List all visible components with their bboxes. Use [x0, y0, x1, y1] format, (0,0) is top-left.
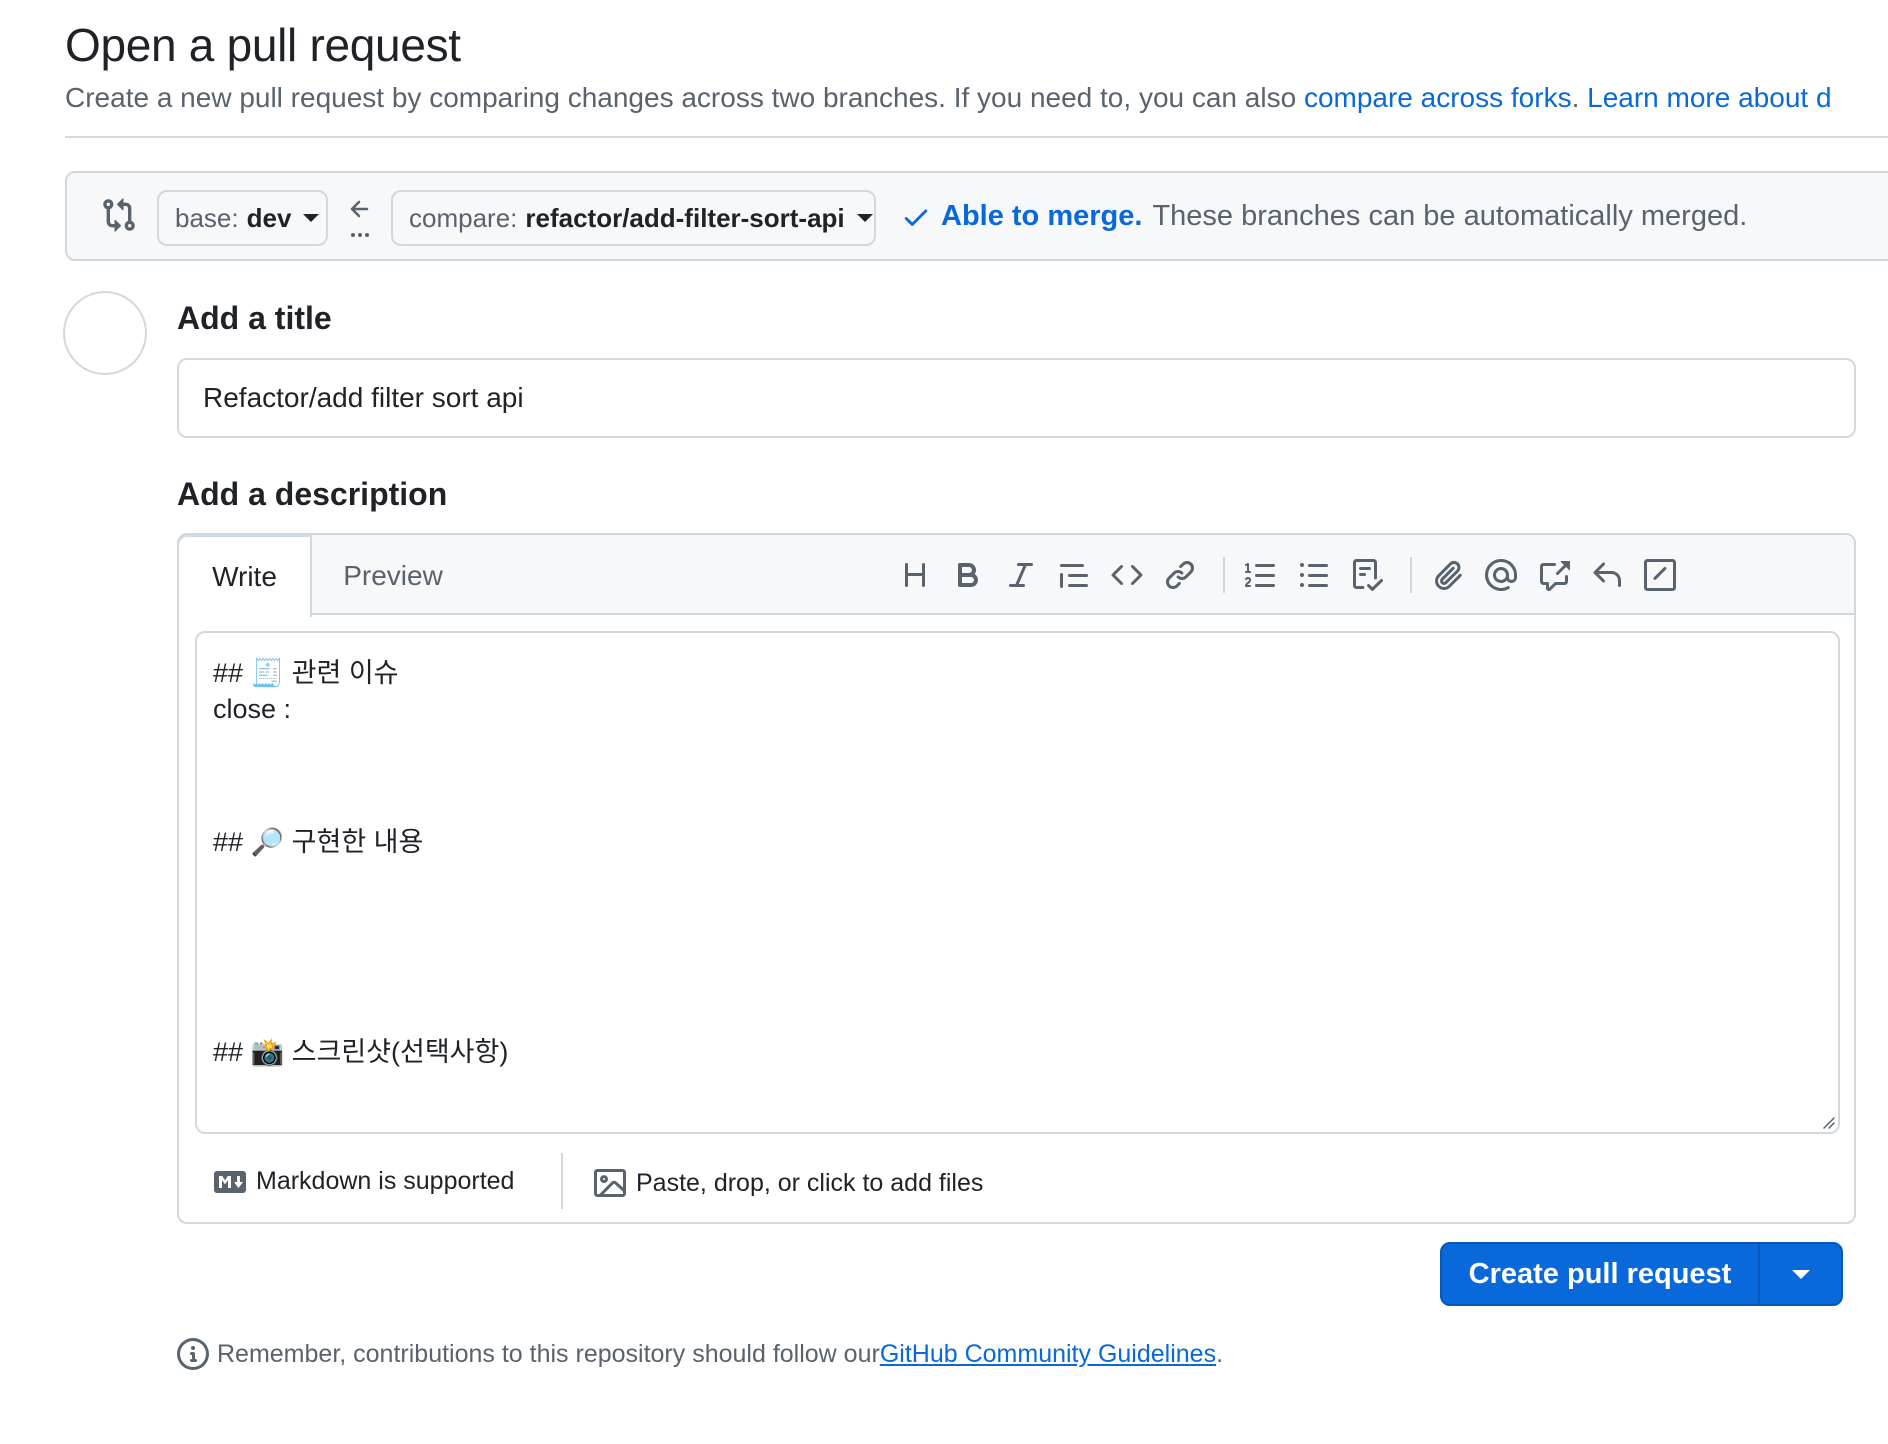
textarea-line: ## 🧾 관련 이슈	[213, 658, 399, 688]
title-input[interactable]: Refactor/add filter sort api	[177, 358, 1856, 438]
bold-icon[interactable]	[946, 553, 990, 597]
page-title: Open a pull request	[65, 19, 461, 71]
base-branch-select[interactable]: base: dev	[157, 190, 328, 246]
tab-write[interactable]: Write	[177, 535, 312, 617]
unordered-list-icon[interactable]	[1292, 553, 1336, 597]
title-input-value: Refactor/add filter sort api	[203, 382, 524, 413]
markdown-icon	[214, 1170, 246, 1193]
compare-branch-value: refactor/add-filter-sort-api	[525, 202, 845, 233]
textarea-line: ## 🔎 구현한 내용	[213, 827, 424, 857]
merge-status-ok: Able to merge.	[941, 200, 1143, 232]
toolbar-divider	[1223, 557, 1225, 593]
link-icon[interactable]	[1158, 553, 1202, 597]
learn-more-link[interactable]: Learn more about d	[1587, 82, 1831, 113]
notice-end: .	[1216, 1339, 1224, 1368]
check-icon	[904, 209, 928, 226]
create-options-dropdown[interactable]	[1760, 1244, 1841, 1304]
compare-prefix: compare:	[409, 202, 518, 233]
markdown-supported-link[interactable]: Markdown is supported	[214, 1167, 514, 1196]
toolbar-divider	[1410, 557, 1412, 593]
create-pull-request-button[interactable]: Create pull request	[1442, 1244, 1760, 1304]
chevron-down-icon	[303, 214, 320, 222]
slash-command-icon[interactable]	[1638, 553, 1682, 597]
description-label: Add a description	[177, 476, 448, 512]
base-branch-value: dev	[246, 202, 292, 233]
saved-reply-icon[interactable]	[1585, 553, 1629, 597]
notice-text: Remember, contributions to this reposito…	[217, 1339, 880, 1368]
editor-header: Write Preview	[177, 535, 1854, 617]
header-divider	[65, 136, 1888, 138]
contribution-notice: Remember, contributions to this reposito…	[177, 1338, 1223, 1370]
footer-divider	[561, 1153, 563, 1209]
merge-status-text: These branches can be automatically merg…	[1152, 200, 1748, 232]
editor-footer: Markdown is supported Paste, drop, or cl…	[179, 1145, 1854, 1223]
code-icon[interactable]	[1105, 553, 1149, 597]
resize-handle-icon[interactable]	[1820, 1114, 1836, 1130]
community-guidelines-link[interactable]: GitHub Community Guidelines	[880, 1340, 1216, 1369]
subtitle-separator: .	[1571, 82, 1588, 113]
textarea-line: close :	[213, 694, 292, 724]
git-compare-icon	[103, 198, 135, 232]
title-label: Add a title	[177, 300, 332, 336]
subtitle-text: Create a new pull request by comparing c…	[65, 82, 1304, 113]
page-subtitle: Create a new pull request by comparing c…	[65, 82, 1832, 114]
tab-preview[interactable]: Preview	[317, 535, 469, 617]
arrow-left-icon	[350, 200, 369, 237]
create-pull-request-group: Create pull request	[1440, 1242, 1843, 1306]
attach-icon[interactable]	[1426, 553, 1470, 597]
merge-status: Able to merge. These branches can be aut…	[901, 200, 1747, 233]
cross-reference-icon[interactable]	[1532, 553, 1576, 597]
compare-branch-select[interactable]: compare: refactor/add-filter-sort-api	[391, 190, 876, 246]
image-icon	[594, 1169, 626, 1197]
triangle-down-icon	[1791, 1269, 1810, 1279]
description-editor: Write Preview ## 🧾 관련 이슈 close: ## 🔎 구현…	[177, 533, 1856, 1224]
info-icon	[177, 1338, 209, 1370]
avatar	[63, 291, 147, 375]
add-files-button[interactable]: Paste, drop, or click to add files	[594, 1167, 983, 1199]
italic-icon[interactable]	[999, 553, 1043, 597]
textarea-line: ## 📸 스크린샷(선택사항)	[213, 1037, 509, 1067]
task-list-icon[interactable]	[1345, 553, 1389, 597]
ordered-list-icon[interactable]	[1239, 553, 1283, 597]
markdown-note: Markdown is supported	[256, 1167, 515, 1195]
compare-across-forks-link[interactable]: compare across forks	[1304, 82, 1572, 113]
mention-icon[interactable]	[1479, 553, 1523, 597]
base-prefix: base:	[175, 202, 239, 233]
chevron-down-icon	[856, 214, 873, 222]
files-note: Paste, drop, or click to add files	[636, 1168, 984, 1197]
description-textarea[interactable]: ## 🧾 관련 이슈 close : ## 🔎 구현한 내용 ## 📸 스크린샷…	[195, 631, 1840, 1134]
branch-range-bar: base: dev compare: refactor/add-filter-s…	[65, 171, 1888, 261]
heading-icon[interactable]	[893, 553, 937, 597]
quote-icon[interactable]	[1052, 553, 1096, 597]
